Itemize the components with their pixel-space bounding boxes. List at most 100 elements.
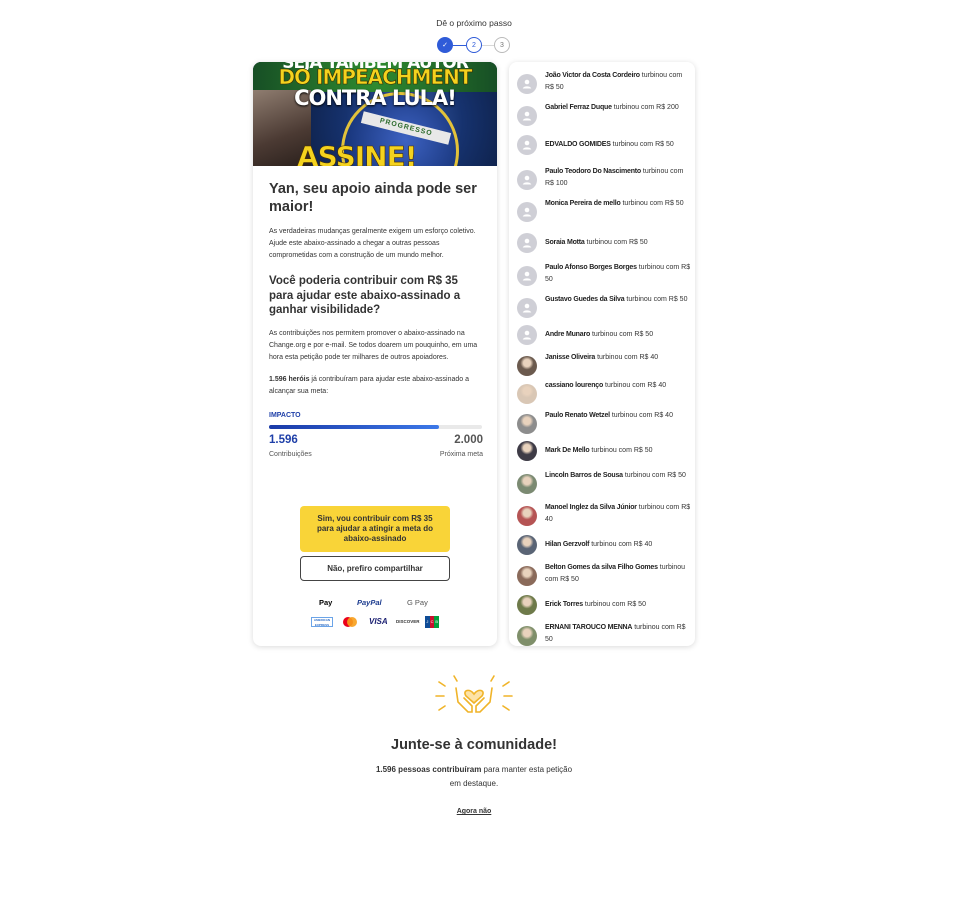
petition-banner-image: PROGRESSO SEJA TAMBÉM AUTOR DO IMPEACHME…: [253, 62, 497, 166]
donor-name: Janisse Oliveira: [545, 354, 596, 361]
donor-name: Gustavo Guedes da Silva: [545, 296, 625, 303]
user-avatar-icon: [517, 106, 537, 126]
donor-name: Belton Gomes da silva Filho Gomes: [545, 564, 658, 571]
donor-name: Paulo Teodoro Do Nascimento: [545, 168, 641, 175]
contribute-button[interactable]: Sim, vou contribuir com R$ 35 para ajuda…: [300, 506, 450, 552]
donor-text: Soraia Motta turbinou com R$ 50: [545, 237, 691, 249]
donor-name: Andre Munaro: [545, 331, 591, 338]
donor-text: Gabriel Ferraz Duque turbinou com R$ 200: [545, 102, 691, 114]
amex-icon: AMERICAN EXPRESS: [311, 617, 333, 627]
donor-photo-avatar: [517, 626, 537, 646]
donor-text: Paulo Teodoro Do Nascimento turbinou com…: [545, 166, 691, 190]
donor-name: Erick Torres: [545, 601, 583, 608]
impact-label: IMPACTO: [269, 411, 301, 419]
current-count: 1.596: [269, 433, 298, 446]
user-avatar-icon: [517, 135, 537, 155]
community-count: 1.596 pessoas contribuíram: [375, 765, 482, 774]
explain-text: As contribuições nos permitem promover o…: [269, 329, 478, 361]
user-avatar-icon: [517, 233, 537, 253]
share-instead-button[interactable]: Não, prefiro compartilhar: [300, 556, 450, 581]
contribution-question: Você poderia contribuir com R$ 35 para a…: [269, 275, 461, 316]
user-avatar-icon: [517, 170, 537, 190]
donor-photo-avatar: [517, 384, 537, 404]
user-avatar-icon: [517, 325, 537, 345]
donor-name: Mark De Mello: [545, 447, 590, 454]
donor-amount: turbinou com R$ 50: [582, 601, 646, 608]
stepper-title: Dê o próximo passo: [436, 18, 512, 28]
current-label: Contribuições: [269, 450, 312, 458]
donor-amount: turbinou com R$ 50: [622, 472, 686, 479]
donor-name: Paulo Renato Wetzel: [545, 412, 610, 419]
donor-amount: turbinou com R$ 50: [590, 331, 654, 338]
donor-photo-avatar: [517, 414, 537, 434]
donor-name: Manoel Inglez da Silva Júnior: [545, 504, 637, 511]
donor-text: Monica Pereira de mello turbinou com R$ …: [545, 198, 691, 210]
not-now-link[interactable]: Agora não: [0, 808, 948, 815]
donor-name: Gabriel Ferraz Duque: [545, 104, 612, 111]
user-avatar-icon: [517, 266, 537, 286]
donor-name: cassiano lourenço: [545, 382, 604, 389]
banner-line-2: CONTRA LULA!: [294, 86, 457, 110]
donor-photo-avatar: [517, 441, 537, 461]
donor-text: cassiano lourenço turbinou com R$ 40: [545, 380, 691, 392]
donor-name: Hilan Gerzvolf: [545, 541, 590, 548]
donor-amount: turbinou com R$ 50: [589, 447, 653, 454]
donor-text: Belton Gomes da silva Filho Gomes turbin…: [545, 562, 691, 586]
donor-amount: turbinou com R$ 40: [603, 382, 667, 389]
donor-amount: turbinou com R$ 50: [610, 141, 674, 148]
donor-text: Paulo Renato Wetzel turbinou com R$ 40: [545, 410, 691, 422]
impact-progress-fill: [269, 424, 439, 429]
step-3: 3: [494, 37, 510, 53]
heroes-text: 1.596 heróis já contribuíram para ajudar…: [269, 374, 483, 398]
goal-count: 2.000: [454, 433, 483, 446]
impact-counts: 1.596 2.000 Contribuições Próxima meta: [269, 434, 483, 462]
user-avatar-icon: [517, 202, 537, 222]
heart-hands-icon: [435, 675, 513, 713]
donor-photo-avatar: [517, 595, 537, 615]
apple-pay-icon: Pay: [319, 598, 333, 607]
donor-amount: turbinou com R$ 40: [609, 412, 673, 419]
donor-name: João Victor da Costa Cordeiro: [545, 72, 640, 79]
donor-amount: turbinou com R$ 50: [584, 239, 648, 246]
paypal-icon: PayPal: [357, 598, 382, 607]
donor-text: Manoel Inglez da Silva Júnior turbinou c…: [545, 502, 691, 526]
payment-methods-row-1: Pay PayPal G Pay: [319, 597, 433, 609]
donor-amount: turbinou com R$ 40: [589, 541, 653, 548]
donor-text: Lincoln Barros de Sousa turbinou com R$ …: [545, 470, 691, 482]
card-body: Yan, seu apoio ainda pode ser maior! As …: [269, 166, 483, 462]
banner-line-3: ASSINE!: [297, 140, 418, 166]
donor-text: Paulo Afonso Borges Borges turbinou com …: [545, 262, 691, 286]
stepper: ✓ 2 3: [437, 37, 511, 53]
donor-photo-avatar: [517, 566, 537, 586]
donor-text: EDVALDO GOMIDES turbinou com R$ 50: [545, 139, 691, 151]
stepper-line-done: [453, 44, 466, 46]
impact-progress-bar: [269, 424, 482, 429]
stepper-line-todo: [482, 44, 494, 46]
join-community-text: 1.596 pessoas contribuíram para manter e…: [374, 763, 574, 791]
heroes-count: 1.596 heróis: [269, 375, 310, 383]
donor-text: Gustavo Guedes da Silva turbinou com R$ …: [545, 294, 691, 306]
jcb-icon: J C B: [425, 616, 440, 628]
donor-name: ERNANI TAROUCO MENNA: [545, 624, 633, 631]
user-avatar-icon: [517, 298, 537, 318]
donor-text: Erick Torres turbinou com R$ 50: [545, 599, 691, 611]
google-pay-icon: G Pay: [407, 598, 428, 607]
donor-amount: turbinou com R$ 40: [595, 354, 659, 361]
donor-name: Lincoln Barros de Sousa: [545, 472, 623, 479]
discover-icon: DISCOVER: [396, 619, 420, 624]
donor-text: ERNANI TAROUCO MENNA turbinou com R$ 50: [545, 622, 691, 646]
goal-label: Próxima meta: [439, 450, 483, 458]
user-avatar-icon: [517, 74, 537, 94]
intro-text: As verdadeiras mudanças geralmente exige…: [269, 228, 476, 259]
donor-text: Mark De Mello turbinou com R$ 50: [545, 445, 691, 457]
donor-photo-avatar: [517, 506, 537, 526]
donor-name: Paulo Afonso Borges Borges: [545, 264, 637, 271]
donor-text: Andre Munaro turbinou com R$ 50: [545, 329, 691, 341]
donor-text: Hilan Gerzvolf turbinou com R$ 40: [545, 539, 691, 551]
donor-name: Monica Pereira de mello: [545, 200, 621, 207]
donor-amount: turbinou com R$ 50: [620, 200, 684, 207]
donor-photo-avatar: [517, 356, 537, 376]
donor-name: EDVALDO GOMIDES: [545, 141, 611, 148]
donor-amount: turbinou com R$ 50: [624, 296, 688, 303]
donor-amount: turbinou com R$ 200: [611, 104, 679, 111]
